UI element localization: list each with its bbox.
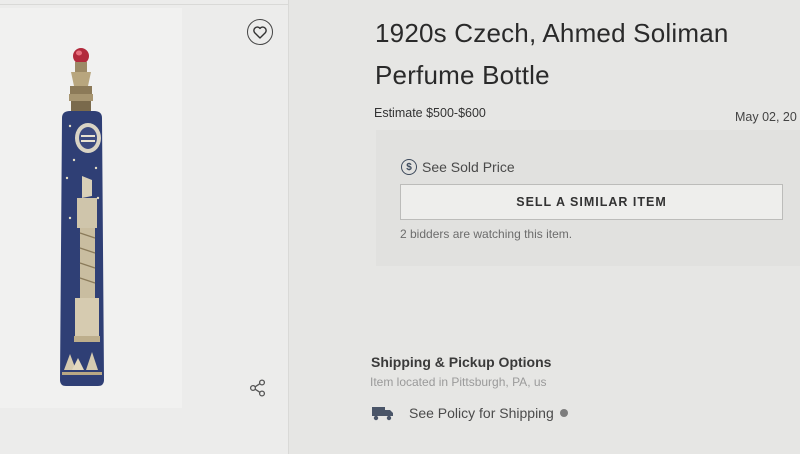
shipping-title: Shipping & Pickup Options: [371, 354, 552, 370]
policy-label: See Policy for Shipping: [409, 405, 554, 421]
favorite-button[interactable]: [247, 19, 273, 45]
see-sold-price-link[interactable]: $ See Sold Price: [401, 159, 515, 175]
product-image[interactable]: [0, 8, 182, 408]
top-divider: [0, 4, 288, 5]
info-dot-icon[interactable]: [559, 409, 568, 417]
share-button[interactable]: [248, 378, 268, 398]
see-sold-price-label: See Sold Price: [422, 159, 515, 175]
share-icon: [249, 379, 266, 397]
heart-icon: [253, 25, 267, 39]
panel-divider: [288, 0, 289, 454]
item-location: Item located in Pittsburgh, PA, us: [370, 375, 547, 389]
auction-date: May 02, 20: [735, 110, 797, 124]
shipping-policy-link[interactable]: See Policy for Shipping: [372, 405, 568, 421]
dollar-circle-icon: $: [401, 159, 417, 175]
estimate-text: Estimate $500-$600: [374, 106, 486, 120]
perfume-bottle-illustration: [60, 48, 104, 386]
sell-similar-item-button[interactable]: SELL A SIMILAR ITEM: [400, 184, 783, 220]
watchers-count: 2 bidders are watching this item.: [400, 227, 573, 241]
item-title: 1920s Czech, Ahmed Soliman Perfume Bottl…: [375, 18, 729, 90]
truck-icon: [372, 407, 393, 421]
